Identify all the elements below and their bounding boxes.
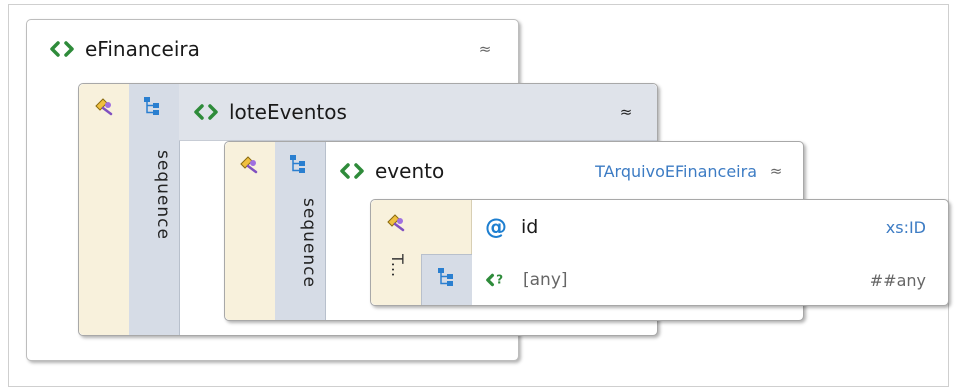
annotation-text: T... [388,254,407,278]
sequence-label: sequence [153,150,173,240]
collapse-icon[interactable]: ≈ [765,162,787,180]
attribute-type[interactable]: xs:ID [886,218,926,237]
annotation-pin-icon[interactable] [93,96,115,118]
element-header: eFinanceira ≈ [27,20,518,78]
collapse-icon[interactable]: ≈ [474,40,496,58]
attribute-icon: @ [485,214,507,240]
wildcard-name: [any] [523,270,568,290]
sequence-tree-icon[interactable] [143,96,161,116]
annotation-pin-icon[interactable] [385,212,407,234]
sequence-column: sequence [129,84,180,335]
element-name: eFinanceira [85,37,200,61]
annotation-column: T... [371,200,472,305]
element-icon [194,104,218,120]
attribute-name: id [521,216,539,238]
annotation-column [79,84,130,335]
element-type[interactable]: TArquivoEFinanceira [595,162,757,181]
element-name: evento [375,159,445,183]
sequence-label: sequence [299,198,319,288]
element-header: loteEventos ≈ [179,84,657,141]
complex-type-box[interactable]: T... @ id xs:ID ? [any] ##any [370,199,949,306]
wildcard-row[interactable]: ? [any] ##any [471,254,948,306]
collapse-icon[interactable]: ≈ [615,103,637,121]
attribute-row[interactable]: @ id xs:ID [471,200,948,254]
sequence-tree-icon[interactable] [437,267,455,287]
annotation-pin-icon[interactable] [238,154,260,176]
wildcard-icon: ? [486,273,503,287]
annotation-column [225,142,276,320]
sequence-cell [421,254,472,305]
sequence-tree-icon[interactable] [289,154,307,174]
svg-text:?: ? [496,273,503,287]
element-header: evento TArquivoEFinanceira ≈ [325,142,803,200]
element-name: loteEventos [229,100,347,124]
element-icon [50,41,74,57]
wildcard-namespace: ##any [869,270,926,290]
sequence-column: sequence [275,142,326,320]
element-icon [340,163,364,179]
